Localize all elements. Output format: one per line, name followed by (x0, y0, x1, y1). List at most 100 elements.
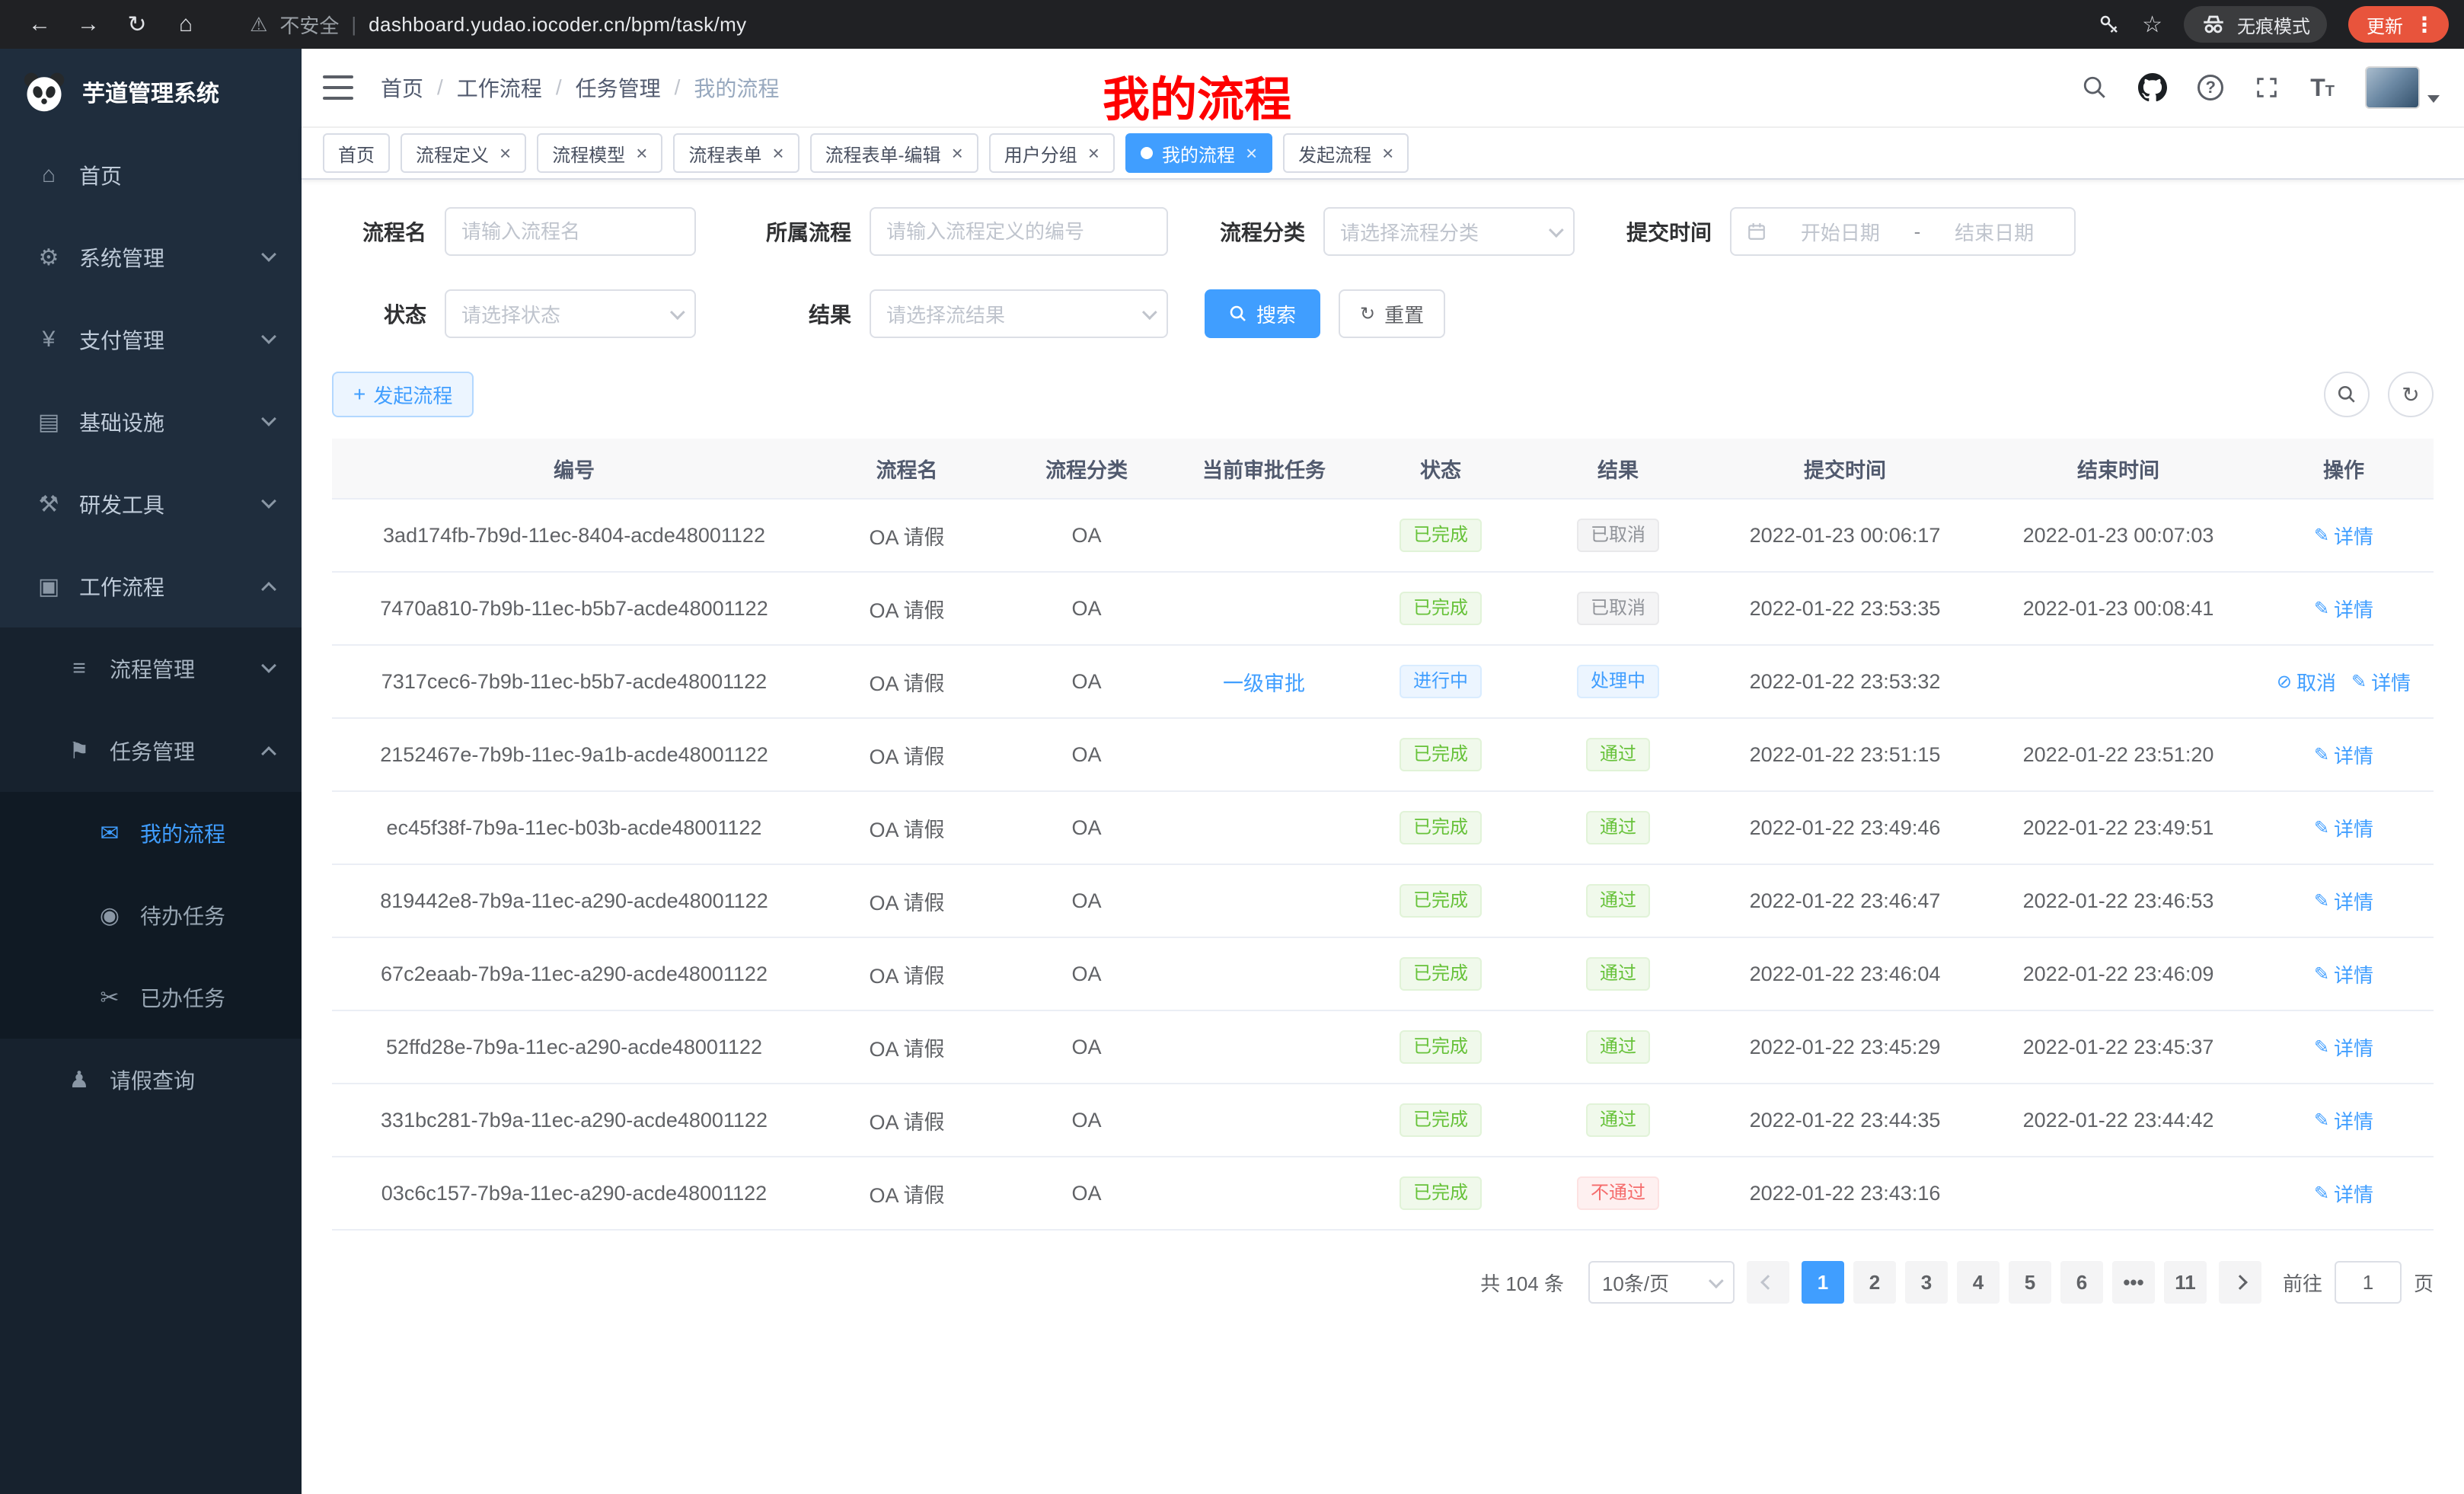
start-process-button[interactable]: + 发起流程 (332, 372, 474, 417)
detail-link[interactable]: ✎ 详情 (2314, 595, 2373, 623)
tab-close-icon[interactable]: × (1382, 143, 1393, 163)
breadcrumb-item[interactable]: 首页 (381, 72, 423, 103)
search-icon[interactable] (2082, 75, 2108, 101)
browser-back-icon[interactable]: ← (20, 5, 59, 44)
user-menu[interactable] (2365, 66, 2440, 109)
view-tab[interactable]: 发起流程 × (1283, 133, 1409, 173)
tab-close-icon[interactable]: × (500, 143, 511, 163)
password-key-icon[interactable] (2098, 13, 2121, 36)
app-logo[interactable]: 芋道管理系统 (0, 49, 302, 134)
process-name-input[interactable] (446, 209, 694, 254)
tab-close-icon[interactable]: × (1246, 143, 1257, 163)
page-number-button[interactable]: 11 (2164, 1261, 2207, 1304)
page-number-button[interactable]: 2 (1853, 1261, 1896, 1304)
tab-close-icon[interactable]: × (636, 143, 647, 163)
page-number-button[interactable]: ••• (2112, 1261, 2155, 1304)
browser-reload-icon[interactable]: ↻ (117, 5, 157, 44)
sidebar-menu-item[interactable]: 工作流程 (0, 545, 302, 627)
refresh-table-button[interactable]: ↻ (2388, 372, 2434, 417)
browser-home-icon[interactable]: ⌂ (166, 5, 206, 44)
tab-close-icon[interactable]: × (1088, 143, 1100, 163)
page-number-button[interactable]: 3 (1905, 1261, 1948, 1304)
view-tab[interactable]: 首页 × (323, 133, 390, 173)
detail-link[interactable]: ✎ 详情 (2314, 1106, 2373, 1135)
browser-update-button[interactable]: 更新 ⋮ (2348, 6, 2449, 43)
edit-icon: ✎ (2314, 1183, 2329, 1205)
detail-link[interactable]: ✎ 详情 (2314, 522, 2373, 550)
page-number-button[interactable]: 1 (1802, 1261, 1844, 1304)
chevron-icon (261, 746, 276, 761)
view-tab[interactable]: 用户分组 × (989, 133, 1115, 173)
detail-link[interactable]: ✎ 详情 (2314, 1180, 2373, 1208)
result-select[interactable]: 请选择流结果 (870, 289, 1168, 338)
hamburger-icon[interactable] (323, 75, 353, 100)
cell-result: 通过 (1529, 938, 1707, 1010)
sidebar-menu-item[interactable]: 请假查询 (0, 1039, 302, 1121)
table-row: 2152467e-7b9b-11ec-9a1b-acde48001122 OA … (332, 719, 2434, 792)
browser-forward-icon[interactable]: → (69, 5, 108, 44)
process-table: 编号 流程名 流程分类 当前审批任务 状态 结果 提交时间 (332, 439, 2434, 1231)
sidebar-menu-item[interactable]: 研发工具 (0, 463, 302, 545)
category-select[interactable]: 请选择流程分类 (1323, 207, 1575, 256)
fullscreen-icon[interactable] (2254, 75, 2280, 101)
menu-item-label: 支付管理 (79, 324, 164, 355)
view-tab[interactable]: 我的流程 × (1125, 133, 1272, 173)
sidebar-menu-item[interactable]: 系统管理 (0, 216, 302, 298)
process-def-input[interactable] (871, 209, 1167, 254)
breadcrumb-item[interactable]: 工作流程 (457, 72, 542, 103)
menu-item-label: 任务管理 (110, 736, 195, 766)
detail-link[interactable]: ✎ 详情 (2351, 668, 2411, 696)
date-range-picker[interactable]: 开始日期 - 结束日期 (1730, 207, 2076, 256)
detail-link[interactable]: ✎ 详情 (2314, 741, 2373, 769)
breadcrumb-item[interactable]: 我的流程 (694, 72, 779, 103)
sidebar-menu-item[interactable]: 首页 (0, 134, 302, 216)
show-search-button[interactable] (2324, 372, 2370, 417)
table-row: 52ffd28e-7b9a-11ec-a290-acde48001122 OA … (332, 1011, 2434, 1084)
sidebar-menu-item[interactable]: 已办任务 (0, 956, 302, 1039)
help-icon[interactable]: ? (2197, 75, 2223, 101)
goto-page-input[interactable] (2335, 1261, 2402, 1304)
next-page-button[interactable] (2219, 1261, 2261, 1304)
view-tab[interactable]: 流程表单-编辑 × (810, 133, 978, 173)
view-tab[interactable]: 流程表单 × (673, 133, 799, 173)
page-number-button[interactable]: 4 (1957, 1261, 2000, 1304)
font-size-icon[interactable]: TT (2310, 74, 2335, 102)
sidebar-menu-item[interactable]: 任务管理 (0, 710, 302, 792)
address-bar[interactable]: ⚠ 不安全 | dashboard.yudao.iocoder.cn/bpm/t… (250, 11, 2098, 39)
search-button[interactable]: 搜索 (1205, 289, 1320, 338)
detail-link[interactable]: ✎ 详情 (2314, 887, 2373, 915)
tab-close-icon[interactable]: × (772, 143, 784, 163)
detail-link[interactable]: ✎ 详情 (2314, 814, 2373, 842)
status-badge: 已完成 (1400, 957, 1482, 991)
avatar[interactable] (2365, 66, 2420, 109)
status-select[interactable]: 请选择状态 (445, 289, 696, 338)
cell-status: 已完成 (1352, 719, 1529, 790)
sidebar-menu-item[interactable]: 基础设施 (0, 381, 302, 463)
tab-close-icon[interactable]: × (952, 143, 963, 163)
sidebar-menu-item[interactable]: 我的流程 (0, 792, 302, 874)
cancel-link[interactable]: ⊘ 取消 (2277, 668, 2336, 696)
browser-menu-icon[interactable]: ⋮ (2414, 12, 2435, 37)
breadcrumb-item[interactable]: 任务管理 (576, 72, 661, 103)
view-tab[interactable]: 流程模型 × (537, 133, 662, 173)
sidebar-menu-item[interactable]: 待办任务 (0, 874, 302, 956)
logo-panda-image (21, 69, 67, 114)
cell-submit-time: 2022-01-22 23:51:15 (1707, 719, 1983, 790)
table-header-cell: 结束时间 (1983, 439, 2254, 498)
view-tab[interactable]: 流程定义 × (401, 133, 526, 173)
reset-button[interactable]: ↻ 重置 (1339, 289, 1445, 338)
prev-page-button[interactable] (1747, 1261, 1789, 1304)
table-header-cell: 状态 (1352, 439, 1529, 498)
page-number-button[interactable]: 5 (2009, 1261, 2051, 1304)
detail-link[interactable]: ✎ 详情 (2314, 1033, 2373, 1061)
sidebar-menu-item[interactable]: 支付管理 (0, 298, 302, 381)
task-link[interactable]: 一级审批 (1223, 667, 1305, 697)
page-size-select[interactable]: 10条/页 (1588, 1261, 1735, 1304)
result-badge: 已取消 (1577, 592, 1659, 625)
sidebar-menu-item[interactable]: 流程管理 (0, 627, 302, 710)
bookmark-star-icon[interactable]: ☆ (2142, 11, 2162, 38)
process-def-field (870, 207, 1168, 256)
page-number-button[interactable]: 6 (2060, 1261, 2103, 1304)
detail-link[interactable]: ✎ 详情 (2314, 960, 2373, 988)
github-icon[interactable] (2138, 73, 2167, 102)
